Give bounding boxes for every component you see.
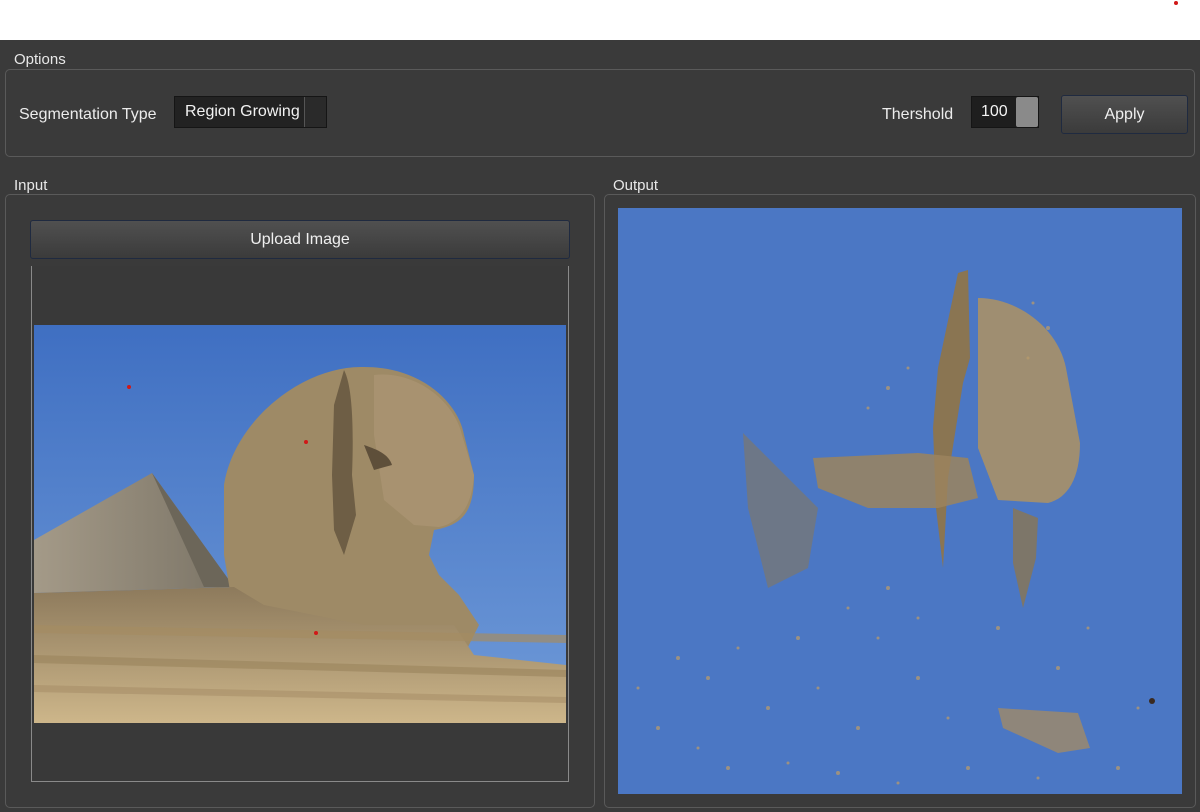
upload-image-button[interactable]: Upload Image	[30, 220, 570, 259]
dropdown-arrow-icon[interactable]	[304, 97, 326, 127]
options-group: Segmentation Type Region Growing Thersho…	[5, 69, 1195, 157]
threshold-value: 100	[981, 103, 1008, 120]
options-group-title: Options	[14, 51, 66, 68]
input-image[interactable]	[34, 325, 566, 723]
segmented-sphinx-photo-icon	[618, 208, 1182, 794]
output-image	[618, 208, 1182, 794]
input-group-title: Input	[14, 177, 48, 194]
output-group-title: Output	[613, 177, 659, 194]
window-top-bar	[0, 0, 1200, 40]
segmentation-type-value: Region Growing	[185, 103, 300, 120]
spin-buttons-icon[interactable]	[1016, 97, 1038, 127]
apply-button[interactable]: Apply	[1061, 95, 1188, 134]
threshold-spinbox[interactable]: 100	[971, 96, 1039, 128]
segmentation-type-select[interactable]: Region Growing	[174, 96, 327, 128]
segmentation-type-label: Segmentation Type	[19, 106, 157, 123]
app-window: Options Segmentation Type Region Growing…	[0, 40, 1200, 812]
threshold-label: Thershold	[882, 106, 954, 123]
sphinx-photo-icon	[34, 325, 566, 723]
status-dot-icon	[1174, 1, 1178, 5]
